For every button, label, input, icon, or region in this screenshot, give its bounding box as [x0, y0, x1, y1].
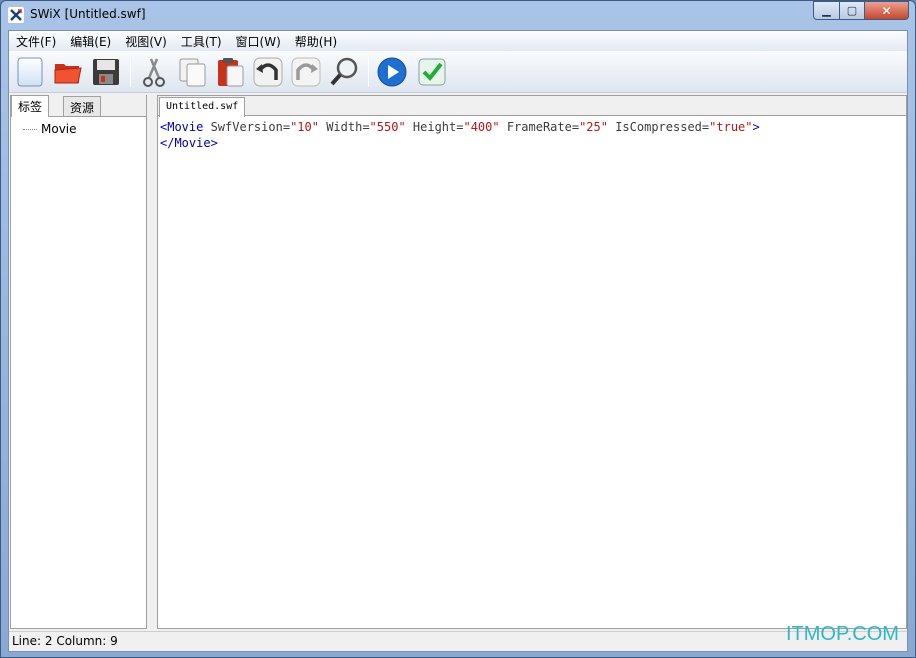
redo-button[interactable] — [289, 55, 323, 89]
cut-icon — [143, 58, 165, 87]
code-attr: FrameRate= — [499, 120, 580, 134]
copy-button[interactable] — [175, 55, 209, 89]
menu-file[interactable]: 文件(F) — [9, 33, 63, 50]
code-bracket: > — [752, 120, 760, 134]
code-text[interactable]: <Movie SwfVersion="10" Width="550" Heigh… — [160, 119, 760, 151]
minimize-button[interactable]: ▁ — [813, 1, 840, 20]
swix-app-icon — [8, 7, 24, 23]
client-area: 文件(F) 编辑(E) 视图(V) 工具(T) 窗口(W) 帮助(H) 标签 资… — [8, 30, 908, 652]
code-value: "25" — [579, 120, 608, 134]
play-icon — [377, 57, 407, 87]
window-controls: ▁ ▢ ✕ — [813, 1, 909, 20]
status-bar: Line: 2 Column: 9 — [9, 631, 907, 651]
code-value: "400" — [463, 120, 500, 134]
tree-node-label: Movie — [41, 122, 77, 136]
code-attr: Height= — [405, 120, 464, 134]
menu-window[interactable]: 窗口(W) — [229, 33, 288, 50]
menu-edit[interactable]: 编辑(E) — [63, 33, 118, 50]
code-bracket: > — [210, 136, 218, 150]
paste-icon — [218, 58, 244, 87]
tab-tags[interactable]: 标签 — [11, 95, 50, 117]
toolbar-separator — [130, 57, 131, 87]
code-attr: SwfVersion= — [203, 120, 291, 134]
undo-icon — [253, 57, 283, 87]
find-icon — [330, 57, 358, 86]
toolbar — [9, 51, 907, 93]
save-icon — [93, 59, 119, 85]
code-value: "true" — [709, 120, 753, 134]
open-button[interactable] — [51, 55, 85, 89]
code-value: "10" — [290, 120, 319, 134]
redo-icon — [291, 57, 321, 87]
save-button[interactable] — [89, 55, 123, 89]
validate-button[interactable] — [415, 55, 449, 89]
tree-node-movie[interactable]: Movie — [23, 122, 77, 136]
menu-bar: 文件(F) 编辑(E) 视图(V) 工具(T) 窗口(W) 帮助(H) — [9, 31, 907, 51]
tab-untitled-swf[interactable]: Untitled.swf — [159, 97, 246, 117]
undo-button[interactable] — [251, 55, 285, 89]
paste-button[interactable] — [213, 55, 247, 89]
maximize-button[interactable]: ▢ — [840, 1, 865, 20]
code-value: "550" — [369, 120, 406, 134]
close-icon: ✕ — [881, 3, 892, 18]
tag-tree-panel: 标签 资源 Movie — [10, 95, 147, 629]
code-tag: Movie — [167, 120, 204, 134]
new-button[interactable] — [13, 55, 47, 89]
tree-connector — [23, 128, 37, 130]
check-icon — [418, 58, 446, 86]
open-folder-icon — [54, 64, 82, 84]
code-attr: IsCompressed= — [607, 120, 710, 134]
menu-view[interactable]: 视图(V) — [118, 33, 174, 50]
cursor-position: Line: 2 Column: 9 — [12, 634, 118, 648]
app-window: SWiX [Untitled.swf] ▁ ▢ ✕ 文件(F) 编辑(E) 视图… — [0, 0, 916, 658]
code-bracket: </ — [160, 136, 175, 150]
pane-splitter[interactable] — [148, 95, 156, 629]
panel-tabs: 标签 资源 — [11, 95, 146, 117]
watermark-logo: ITMOP.COM — [786, 623, 899, 645]
document-tabs: Untitled.swf — [158, 96, 906, 117]
toolbar-separator — [368, 57, 369, 87]
code-editor[interactable]: Untitled.swf <Movie SwfVersion="10" Widt… — [157, 95, 907, 629]
code-line-2: </Movie> — [160, 135, 760, 151]
maximize-icon: ▢ — [846, 4, 858, 17]
menu-help[interactable]: 帮助(H) — [288, 33, 344, 50]
copy-icon — [179, 58, 206, 87]
minimize-icon: ▁ — [822, 4, 831, 17]
code-line-1: <Movie SwfVersion="10" Width="550" Heigh… — [160, 119, 760, 135]
close-button[interactable]: ✕ — [865, 1, 909, 20]
menu-tools[interactable]: 工具(T) — [174, 33, 229, 50]
window-title: SWiX [Untitled.swf] — [30, 7, 146, 21]
tab-resources[interactable]: 资源 — [63, 96, 102, 116]
title-bar[interactable]: SWiX [Untitled.swf] ▁ ▢ ✕ — [1, 1, 915, 29]
code-tag: Movie — [174, 136, 211, 150]
code-attr: Width= — [318, 120, 370, 134]
find-button[interactable] — [327, 55, 361, 89]
new-file-icon — [17, 57, 43, 87]
cut-button[interactable] — [137, 55, 171, 89]
play-button[interactable] — [375, 55, 409, 89]
